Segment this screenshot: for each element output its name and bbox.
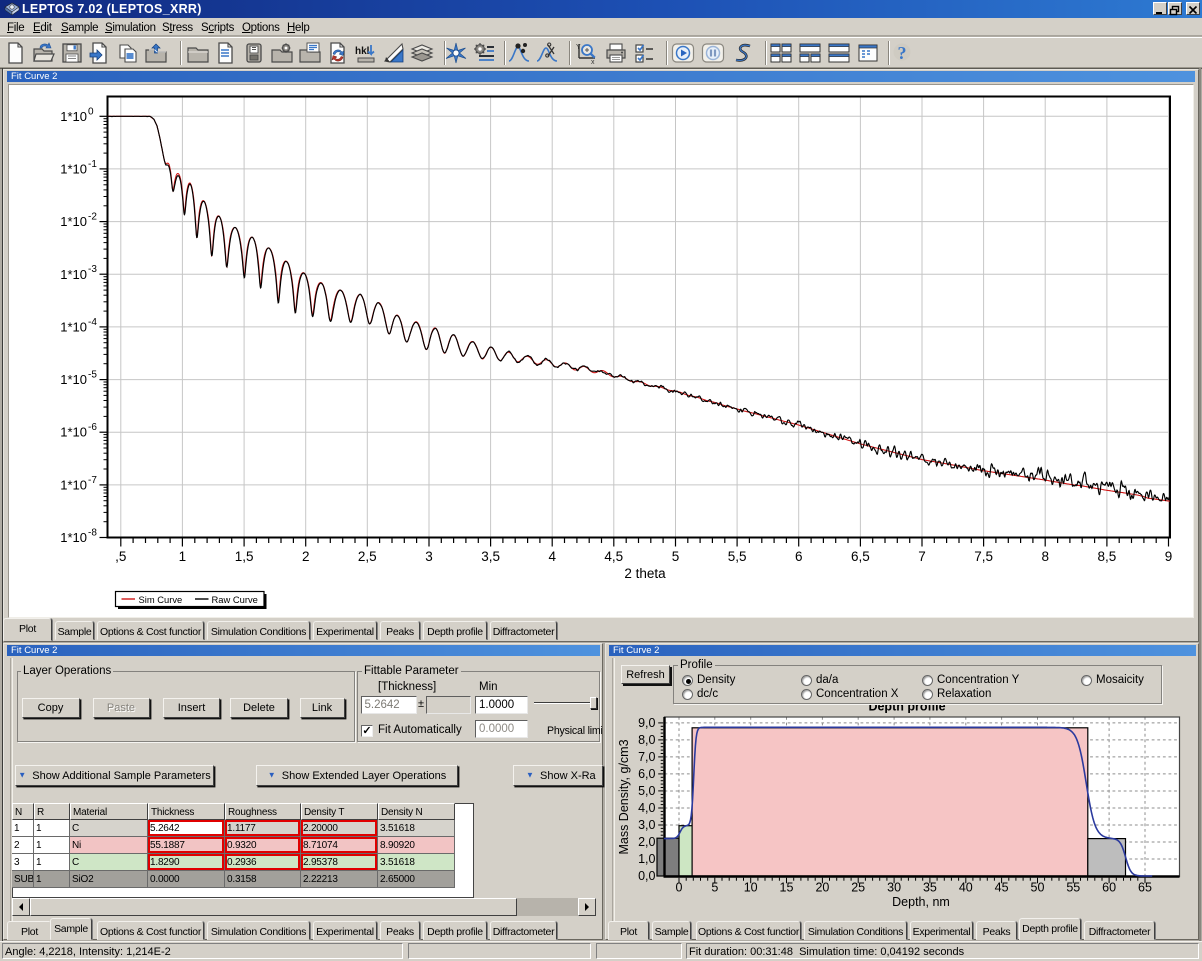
svg-text:-1: -1 (88, 159, 97, 170)
svg-text:5,0: 5,0 (638, 784, 655, 798)
svg-text:-5: -5 (88, 370, 97, 381)
svg-text:6,5: 6,5 (851, 549, 870, 564)
svg-text:20: 20 (815, 881, 829, 895)
svg-text:3,0: 3,0 (638, 818, 655, 832)
svg-text:4,0: 4,0 (638, 801, 655, 815)
svg-text:2,0: 2,0 (638, 835, 655, 849)
svg-text:5,5: 5,5 (728, 549, 747, 564)
svg-text:1,5: 1,5 (235, 549, 254, 564)
svg-text:-6: -6 (88, 422, 97, 433)
svg-text:hkl: hkl (355, 46, 370, 57)
svg-text:Depth, nm: Depth, nm (892, 895, 950, 909)
svg-text:3: 3 (425, 549, 433, 564)
svg-text:65: 65 (1138, 881, 1152, 895)
svg-text:1*10: 1*10 (60, 267, 87, 282)
svg-text:Y: Y (576, 44, 581, 51)
svg-text:-3: -3 (88, 264, 97, 275)
svg-text:1*10: 1*10 (60, 109, 87, 124)
svg-text:1*10: 1*10 (60, 372, 87, 387)
svg-text:6: 6 (795, 549, 803, 564)
svg-text:15: 15 (780, 881, 794, 895)
svg-text:45: 45 (995, 881, 1009, 895)
svg-text:Sim Curve: Sim Curve (139, 594, 183, 605)
svg-text:1*10: 1*10 (60, 319, 87, 334)
svg-text:50: 50 (1031, 881, 1045, 895)
svg-text:0: 0 (88, 106, 94, 117)
svg-text:35: 35 (923, 881, 937, 895)
svg-text:55: 55 (1066, 881, 1080, 895)
svg-text:8,0: 8,0 (638, 733, 655, 747)
svg-text:9: 9 (1165, 549, 1173, 564)
svg-text:4: 4 (548, 549, 556, 564)
svg-text:Raw Curve: Raw Curve (212, 594, 258, 605)
svg-text:7,5: 7,5 (974, 549, 993, 564)
svg-text:2,5: 2,5 (358, 549, 377, 564)
svg-text:6,0: 6,0 (638, 767, 655, 781)
svg-text:2 theta: 2 theta (624, 566, 666, 581)
svg-text:2: 2 (302, 549, 310, 564)
svg-text:1*10: 1*10 (60, 214, 87, 229)
svg-text:Mass Density, g/cm3: Mass Density, g/cm3 (617, 739, 631, 854)
svg-text:10: 10 (744, 881, 758, 895)
svg-text:1*10: 1*10 (60, 425, 87, 440)
svg-text:1: 1 (179, 549, 187, 564)
svg-text:5: 5 (711, 881, 718, 895)
svg-text:x: x (591, 59, 595, 65)
svg-text:?: ? (898, 43, 907, 63)
svg-text:-4: -4 (88, 317, 97, 328)
svg-text:1*10: 1*10 (60, 477, 87, 492)
svg-text:1,0: 1,0 (638, 852, 655, 866)
svg-text:,5: ,5 (115, 549, 126, 564)
svg-text:-7: -7 (88, 475, 97, 486)
svg-text:9,0: 9,0 (638, 716, 655, 730)
svg-text:7,0: 7,0 (638, 750, 655, 764)
svg-text:5: 5 (672, 549, 680, 564)
svg-text:7: 7 (918, 549, 926, 564)
svg-text:-8: -8 (88, 528, 97, 539)
svg-text:0,0: 0,0 (638, 869, 655, 883)
svg-text:25: 25 (851, 881, 865, 895)
svg-text:1*10: 1*10 (60, 161, 87, 176)
svg-text:60: 60 (1102, 881, 1116, 895)
svg-text:3,5: 3,5 (481, 549, 500, 564)
svg-text:1*10: 1*10 (60, 530, 87, 545)
svg-text:40: 40 (959, 881, 973, 895)
svg-text:0: 0 (676, 881, 683, 895)
svg-text:4,5: 4,5 (604, 549, 623, 564)
svg-text:30: 30 (887, 881, 901, 895)
svg-text:8,5: 8,5 (1098, 549, 1117, 564)
svg-text:8: 8 (1041, 549, 1049, 564)
svg-text:-2: -2 (88, 212, 97, 223)
